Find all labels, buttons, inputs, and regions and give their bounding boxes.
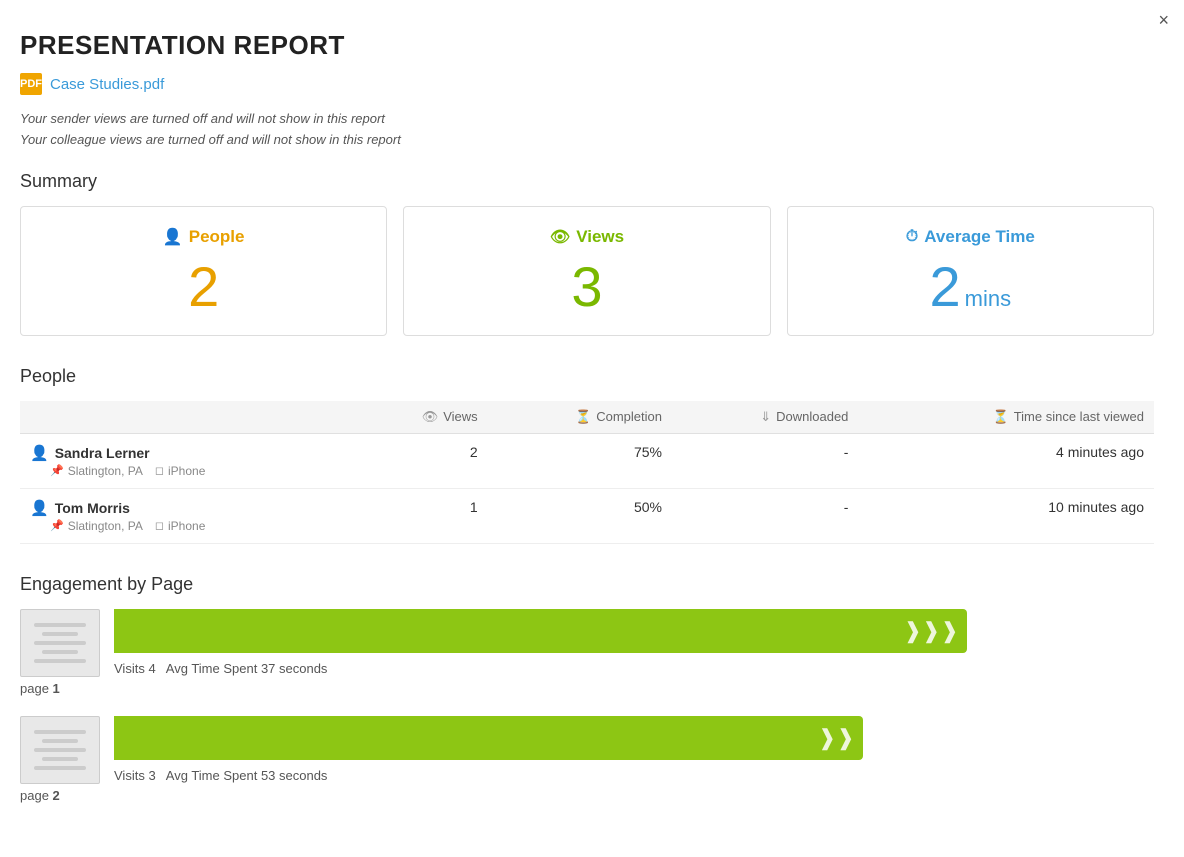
person-time-since-1: 10 minutes ago [858,488,1154,543]
person-name-1: 👤 Tom Morris [30,499,347,517]
engagement-section: Engagement by Page ❱❱❱ Vi [20,574,1154,803]
thumb-line-short [42,739,78,743]
person-avatar-icon-1: 👤 [30,499,49,517]
col-header-completion: ⏳ Completion [488,401,672,434]
page-label-1: page 2 [20,788,1154,803]
bar-meta-0: Visits 4 Avg Time Spent 37 seconds [114,661,1154,676]
thumb-line-short [42,632,78,636]
page-engagement-item-1: ❱❱ Visits 3 Avg Time Spent 53 seconds pa… [20,716,1154,803]
person-meta-0: 📌 Slatington, PA ◻ iPhone [50,464,347,478]
summary-card-views: 👁 Views 3 [403,206,770,336]
person-avatar-icon-0: 👤 [30,444,49,462]
person-completion-0: 75% [488,433,672,488]
summary-cards: 👤 People 2 👁 Views 3 ⏱ Average Time 2 mi… [20,206,1154,336]
avg-time-card-label: ⏱ Average Time [808,227,1133,247]
person-info-1: 👤 Tom Morris 📌 Slatington, PA ◻ iPhone [30,499,347,533]
page-engagement-item-0: ❱❱❱ Visits 4 Avg Time Spent 37 seconds p… [20,609,1154,696]
thumb-line-short [42,650,78,654]
engagement-bar-1: ❱❱ [114,716,1154,760]
location-pin-icon-0: 📌 [50,464,64,477]
person-views-1: 1 [357,488,488,543]
person-downloaded-0: - [672,433,858,488]
bar-and-meta-1: ❱❱ Visits 3 Avg Time Spent 53 seconds [114,716,1154,783]
bar-and-meta-0: ❱❱❱ Visits 4 Avg Time Spent 37 seconds [114,609,1154,676]
table-row: 👤 Tom Morris 📌 Slatington, PA ◻ iPhone 1… [20,488,1154,543]
page-thumb-1 [20,716,100,784]
person-views-0: 2 [357,433,488,488]
bar-fill-1: ❱❱ [114,716,863,760]
thumb-line [34,730,87,734]
page-thumb-0 [20,609,100,677]
person-name-0: 👤 Sandra Lerner [30,444,347,462]
table-header-row: 👁 Views ⏳ Completion ⇓ Downloaded [20,401,1154,434]
bar-arrow-chevrons-0: ❱❱❱ [903,618,958,644]
people-section: People 👁 Views ⏳ Completion [20,366,1154,544]
bar-arrows-0: ❱❱❱ [903,618,958,644]
thumb-line [34,748,87,752]
page-bar-container-1: ❱❱ Visits 3 Avg Time Spent 53 seconds [20,716,1154,784]
close-button[interactable]: × [1158,10,1169,31]
download-col-icon: ⇓ [760,409,771,425]
completion-col-icon: ⏳ [575,409,591,425]
person-info-0: 👤 Sandra Lerner 📌 Slatington, PA ◻ iPhon… [30,444,347,478]
thumb-line [34,659,87,663]
summary-title: Summary [20,171,1154,192]
device-icon-1: ◻ [155,519,164,532]
avg-time-card-value-row: 2 mins [808,259,1133,315]
avg-time-suffix: mins [965,286,1011,312]
bar-arrows-1: ❱❱ [818,725,855,751]
col-header-time-since: ⏳ Time since last viewed [858,401,1154,434]
avg-time-card-value: 2 [930,259,961,315]
pdf-icon: PDF [20,73,42,95]
engagement-title: Engagement by Page [20,574,1154,595]
thumb-line-short [42,757,78,761]
views-card-label: 👁 Views [424,227,749,247]
col-header-name [20,401,357,434]
thumb-line [34,766,87,770]
people-card-label: 👤 People [41,227,366,247]
engagement-bar-0: ❱❱❱ [114,609,1154,653]
person-cell-1: 👤 Tom Morris 📌 Slatington, PA ◻ iPhone [20,488,357,543]
location-pin-icon-1: 📌 [50,519,64,532]
device-icon-0: ◻ [155,464,164,477]
modal-container: × PRESENTATION REPORT PDF Case Studies.p… [0,0,1184,857]
bar-arrow-chevrons-1: ❱❱ [818,725,855,751]
col-header-views: 👁 Views [357,401,488,434]
bar-fill-0: ❱❱❱ [114,609,967,653]
person-cell-0: 👤 Sandra Lerner 📌 Slatington, PA ◻ iPhon… [20,433,357,488]
page-label-0: page 1 [20,681,1154,696]
summary-card-avg-time: ⏱ Average Time 2 mins [787,206,1154,336]
file-link[interactable]: PDF Case Studies.pdf [20,73,1154,95]
file-name: Case Studies.pdf [50,76,164,93]
people-card-value: 2 [41,259,366,315]
page-title: PRESENTATION REPORT [20,30,1154,61]
notice-text: Your sender views are turned off and wil… [20,109,1154,151]
person-completion-1: 50% [488,488,672,543]
person-meta-1: 📌 Slatington, PA ◻ iPhone [50,519,347,533]
page-bar-container-0: ❱❱❱ Visits 4 Avg Time Spent 37 seconds [20,609,1154,677]
people-table: 👁 Views ⏳ Completion ⇓ Downloaded [20,401,1154,544]
views-icon: 👁 [550,227,570,247]
time-col-icon: ⏳ [993,409,1009,425]
views-col-icon: 👁 [422,409,439,425]
person-time-since-0: 4 minutes ago [858,433,1154,488]
thumb-line [34,641,87,645]
bar-meta-1: Visits 3 Avg Time Spent 53 seconds [114,768,1154,783]
col-header-downloaded: ⇓ Downloaded [672,401,858,434]
thumb-line [34,623,87,627]
person-downloaded-1: - [672,488,858,543]
table-row: 👤 Sandra Lerner 📌 Slatington, PA ◻ iPhon… [20,433,1154,488]
clock-icon: ⏱ [906,228,918,246]
views-card-value: 3 [424,259,749,315]
people-section-title: People [20,366,1154,387]
people-icon: 👤 [163,227,183,247]
summary-card-people: 👤 People 2 [20,206,387,336]
